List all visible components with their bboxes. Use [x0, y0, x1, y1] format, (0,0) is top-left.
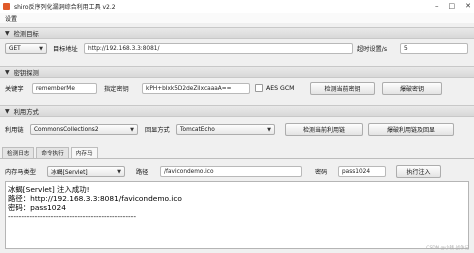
chevron-down-icon: ▼ [5, 29, 10, 37]
key-input[interactable]: kPH+bIxk5D2deZiIxcaaaA== [142, 83, 250, 94]
keyword-label: 关键字 [5, 86, 24, 93]
output-line: 路径：http://192.168.3.3:8081/favicondemo.i… [8, 194, 182, 203]
keyword-input[interactable]: rememberMe [32, 83, 97, 94]
section-detect-target[interactable]: ▼ 检测目标 [0, 27, 474, 39]
chevron-down-icon: ▼ [5, 68, 10, 76]
target-url-input[interactable]: http://192.168.3.3:8081/ [84, 43, 353, 54]
chevron-down-icon: ▼ [39, 45, 43, 52]
password-input[interactable]: pass1024 [338, 166, 386, 177]
chevron-down-icon: ▼ [5, 107, 10, 115]
output-line: 冰蝎[Servlet] 注入成功! [8, 185, 90, 194]
menu-settings[interactable]: 设置 [5, 14, 17, 23]
section-key-detect[interactable]: ▼ 密钥探测 [0, 66, 474, 78]
detect-chain-button[interactable]: 检测当前利用链 [285, 123, 363, 136]
section-title: 检测目标 [13, 30, 39, 38]
key-label: 指定密钥 [104, 86, 129, 93]
brute-chain-button[interactable]: 爆破利用链及回显 [368, 123, 454, 136]
brute-key-button[interactable]: 爆破密钥 [382, 82, 442, 95]
detect-key-button[interactable]: 检测当前密钥 [310, 82, 375, 95]
tab-memshell[interactable]: 内存马 [70, 147, 98, 158]
memshell-type-select[interactable]: 冰蝎[Servlet] ▼ [47, 166, 125, 177]
echo-label: 回显方式 [145, 127, 170, 134]
watermark: CSDN @小钱 战争记 [426, 246, 469, 251]
minimize-icon[interactable]: – [435, 2, 439, 10]
section-title: 密钥探测 [13, 69, 39, 77]
memshell-type-value: 冰蝎[Servlet] [51, 170, 88, 176]
echo-select[interactable]: TomcatEcho ▼ [176, 124, 275, 135]
aes-gcm-label: AES GCM [266, 85, 295, 92]
close-icon[interactable]: ✕ [465, 2, 471, 10]
memshell-type-label: 内存马类型 [5, 169, 36, 176]
chain-select[interactable]: CommonsCollections2 ▼ [30, 124, 138, 135]
path-label: 路径 [136, 169, 149, 176]
password-label: 密码 [315, 169, 328, 176]
aes-gcm-checkbox[interactable] [255, 84, 263, 92]
tab-label: 内存马 [75, 151, 93, 157]
tab-bar: 检测日志 命令执行 内存马 [0, 147, 474, 159]
inject-button[interactable]: 执行注入 [396, 165, 441, 178]
tab-detect-log[interactable]: 检测日志 [2, 147, 35, 158]
timeout-label: 超时设置/s [357, 46, 388, 53]
tab-label: 命令执行 [41, 151, 64, 157]
chevron-down-icon: ▼ [267, 126, 271, 133]
path-input[interactable]: /favicondemo.ico [160, 166, 302, 177]
tab-label: 检测日志 [7, 151, 30, 157]
section-exploit[interactable]: ▼ 利用方式 [0, 105, 474, 117]
output-line: ----------------------------------------… [8, 212, 137, 221]
output-line: 密码：pass1024 [8, 203, 66, 212]
section-title: 利用方式 [13, 108, 39, 116]
chevron-down-icon: ▼ [130, 126, 134, 133]
chain-label: 利用链 [5, 127, 24, 134]
tab-command-exec[interactable]: 命令执行 [36, 147, 69, 158]
menu-bar: 设置 [0, 13, 474, 23]
method-value: GET [9, 45, 21, 52]
window-titlebar: shiro反序列化漏洞综合利用工具 v2.2 – □ ✕ [0, 0, 474, 13]
maximize-icon[interactable]: □ [449, 2, 456, 10]
app-icon [3, 3, 10, 10]
output-textarea[interactable]: 冰蝎[Servlet] 注入成功! 路径：http://192.168.3.3:… [5, 181, 469, 249]
window-title: shiro反序列化漏洞综合利用工具 v2.2 [14, 4, 116, 11]
chain-value: CommonsCollections2 [34, 126, 99, 133]
timeout-input[interactable]: 5 [400, 43, 468, 54]
echo-value: TomcatEcho [180, 126, 215, 133]
method-select[interactable]: GET ▼ [5, 43, 47, 54]
chevron-down-icon: ▼ [117, 168, 121, 175]
target-label: 目标地址 [53, 46, 78, 53]
